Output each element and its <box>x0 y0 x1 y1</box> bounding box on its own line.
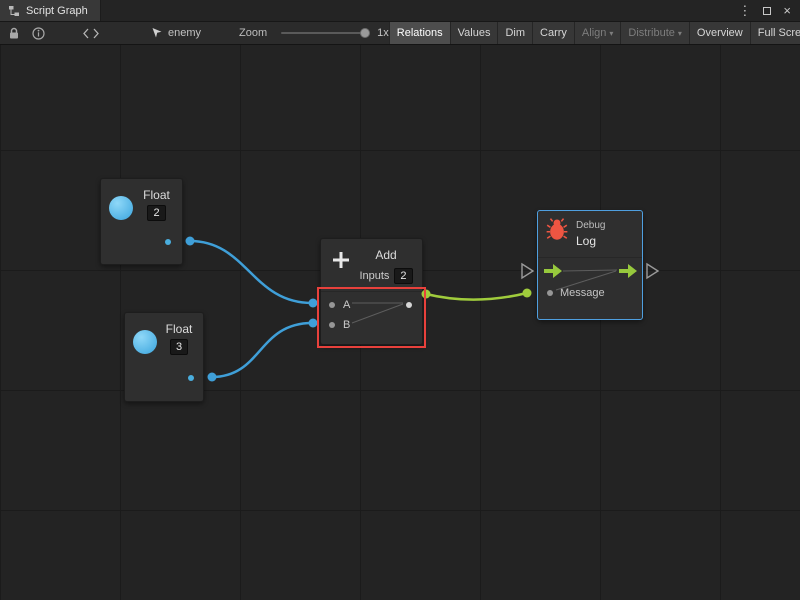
port-row-b: B <box>321 315 422 335</box>
wire-float2-to-add-b[interactable] <box>212 323 312 377</box>
wire-endpoint <box>208 373 217 382</box>
float-node-1[interactable]: Float 2 <box>100 178 183 265</box>
pointer-icon <box>151 27 163 39</box>
port-label: Message <box>560 287 605 299</box>
carry-button[interactable]: Carry <box>532 22 574 44</box>
float-icon <box>109 196 133 220</box>
message-input-port[interactable] <box>547 290 553 296</box>
port-label: A <box>343 299 350 311</box>
graph-canvas[interactable]: Float 2 Float 3 Add Inputs 2 <box>0 45 800 600</box>
align-dropdown[interactable]: Align ▾ <box>574 22 620 44</box>
control-output-port-triangle[interactable] <box>647 264 658 278</box>
graph-object-selector[interactable]: enemy <box>151 27 201 39</box>
wire-add-to-debug-message[interactable] <box>426 293 527 300</box>
add-ports-section: A B <box>321 291 422 335</box>
inputs-label: Inputs <box>359 270 389 282</box>
wire-endpoint <box>309 319 318 328</box>
code-view-icon[interactable] <box>77 22 105 44</box>
wire-float1-to-add-a[interactable] <box>190 241 312 303</box>
wire-endpoint <box>523 289 532 298</box>
zoom-slider-knob[interactable] <box>360 28 370 38</box>
relations-button[interactable]: Relations <box>389 22 450 44</box>
node-category: Debug <box>576 220 605 231</box>
dim-button[interactable]: Dim <box>497 22 532 44</box>
control-input-port-triangle[interactable] <box>522 264 533 278</box>
input-port-b[interactable] <box>329 322 335 328</box>
float-value-field[interactable]: 2 <box>147 205 165 221</box>
port-row-a: A <box>321 295 422 315</box>
fullscreen-button[interactable]: Full Screen <box>750 22 800 44</box>
chevron-down-icon: ▾ <box>678 29 682 38</box>
node-title: Add <box>375 248 396 262</box>
values-button[interactable]: Values <box>450 22 498 44</box>
tab-title: Script Graph <box>26 5 88 17</box>
float-node-2[interactable]: Float 3 <box>124 312 204 402</box>
maximize-icon[interactable] <box>763 7 771 15</box>
node-title: Log <box>576 234 605 248</box>
float-value-field[interactable]: 3 <box>170 339 188 355</box>
wire-endpoint <box>309 299 318 308</box>
zoom-control: Zoom 1x <box>239 27 389 39</box>
overview-button[interactable]: Overview <box>689 22 750 44</box>
window-tab-bar: Script Graph ⋮ × <box>0 0 800 22</box>
menu-icon[interactable]: ⋮ <box>738 3 751 19</box>
toolbar-buttons: Relations Values Dim Carry Align ▾ Distr… <box>389 22 800 44</box>
port-label: B <box>343 319 350 331</box>
plus-icon <box>330 249 352 276</box>
tab-script-graph[interactable]: Script Graph <box>0 0 101 21</box>
divider <box>538 257 642 258</box>
graph-toolbar: enemy Zoom 1x Relations Values Dim Carry… <box>0 22 800 45</box>
zoom-value: 1x <box>377 27 389 39</box>
input-port-a[interactable] <box>329 302 335 308</box>
float-icon <box>133 330 157 354</box>
inputs-count-field[interactable]: 2 <box>394 268 412 284</box>
result-output-port[interactable] <box>406 302 412 308</box>
add-node[interactable]: Add Inputs 2 A B <box>320 238 423 345</box>
graph-icon <box>8 5 20 17</box>
zoom-slider[interactable] <box>281 32 369 34</box>
lock-icon[interactable] <box>2 22 26 44</box>
bug-icon <box>546 217 568 246</box>
output-port[interactable] <box>188 375 194 381</box>
node-title: Float <box>166 322 193 336</box>
wire-endpoint <box>186 237 195 246</box>
node-title: Float <box>143 188 170 202</box>
debug-log-node[interactable]: Debug Log Message <box>537 210 643 320</box>
graph-object-name: enemy <box>168 27 201 39</box>
port-row-message: Message <box>547 287 605 299</box>
close-icon[interactable]: × <box>783 3 791 18</box>
distribute-dropdown[interactable]: Distribute ▾ <box>620 22 688 44</box>
window-controls: ⋮ × <box>738 0 800 21</box>
chevron-down-icon: ▾ <box>609 29 613 38</box>
output-port[interactable] <box>165 239 171 245</box>
zoom-label: Zoom <box>239 27 267 39</box>
info-icon[interactable] <box>26 22 51 44</box>
